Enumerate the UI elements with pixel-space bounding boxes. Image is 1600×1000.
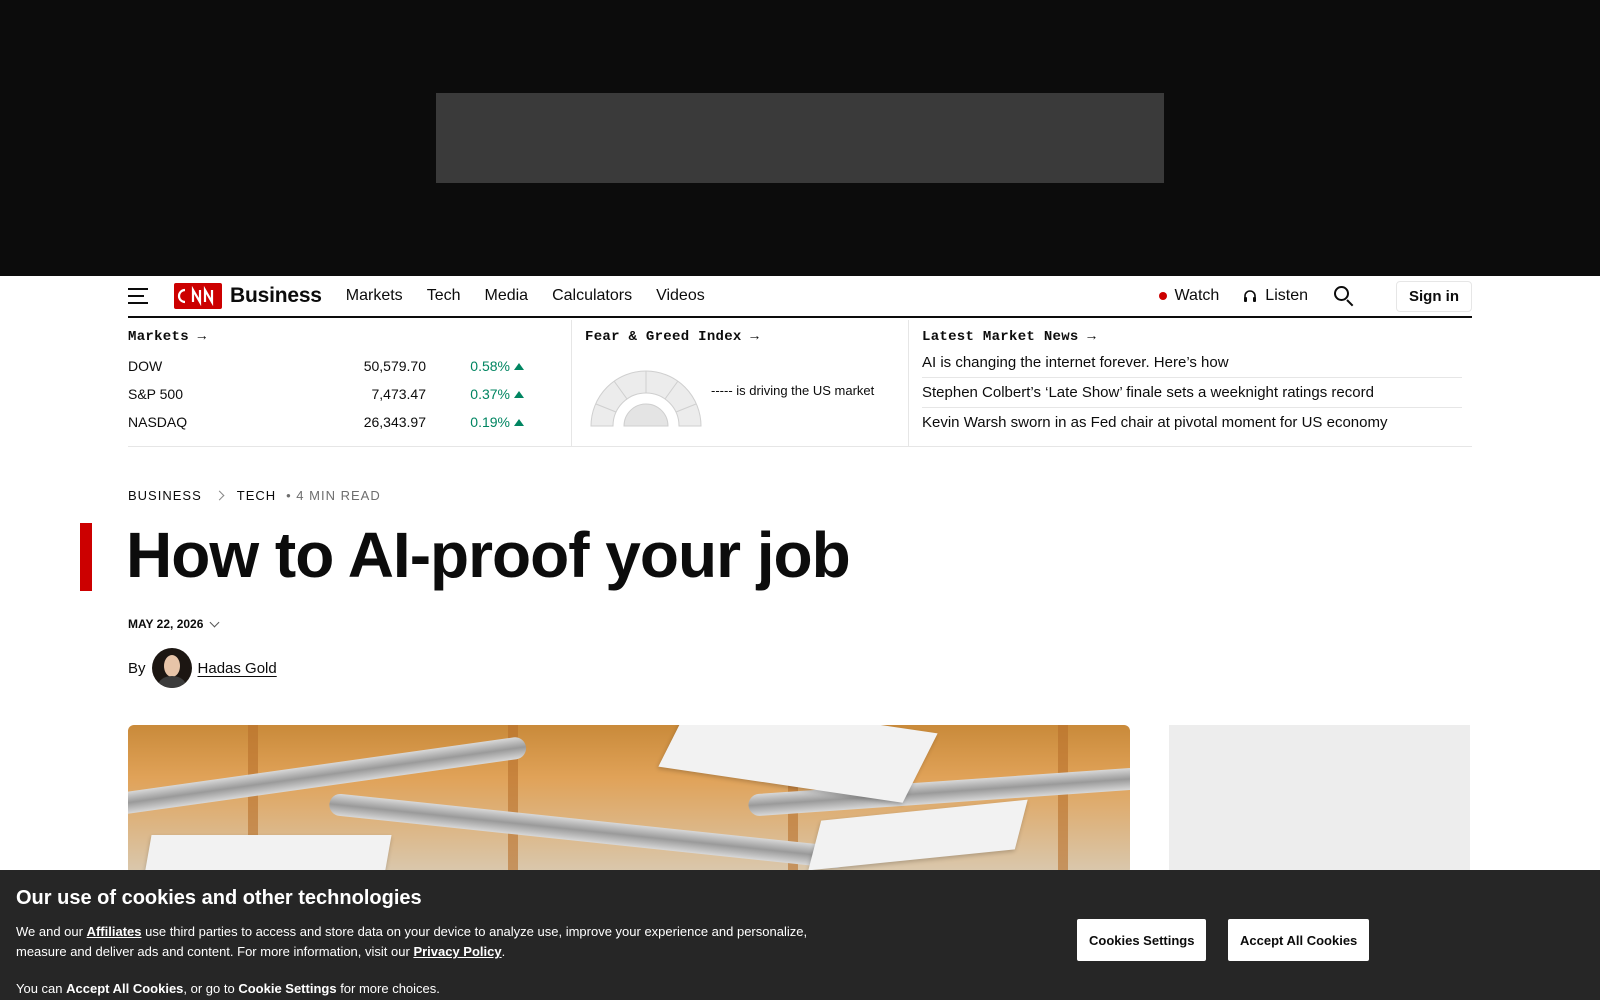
author-link[interactable]: Hadas Gold	[198, 660, 277, 677]
arrow-right-icon: →	[750, 329, 760, 345]
index-name: S&P 500	[128, 386, 184, 402]
up-arrow-icon	[514, 418, 524, 426]
nav-link-tech[interactable]: Tech	[427, 287, 461, 305]
cookie-body: We and our Affiliates use third parties …	[16, 922, 856, 962]
index-change-value: 0.37%	[470, 386, 510, 402]
fear-greed-widget: Fear & Greed Index → ----- is driving th…	[573, 320, 909, 446]
headphones-icon	[1244, 290, 1257, 302]
accept-all-cookies-button[interactable]: Accept All Cookies	[1228, 919, 1370, 961]
index-change: 0.58%	[470, 358, 524, 374]
up-arrow-icon	[514, 390, 524, 398]
nav-links: Markets Tech Media Calculators Videos	[346, 287, 705, 305]
nav-link-videos[interactable]: Videos	[656, 287, 705, 305]
news-item[interactable]: Kevin Warsh sworn in as Fed chair at piv…	[922, 408, 1462, 438]
index-value: 7,473.47	[371, 386, 427, 402]
latest-news-heading-label: Latest Market News	[922, 329, 1079, 345]
brand-title[interactable]: Business	[230, 284, 322, 308]
news-item[interactable]: Stephen Colbert’s ‘Late Show’ finale set…	[922, 378, 1462, 408]
affiliates-link[interactable]: Affiliates	[87, 924, 142, 939]
breadcrumb-tech[interactable]: Tech	[237, 488, 276, 503]
index-row-sp500[interactable]: S&P 500 7,473.47 0.37%	[128, 386, 538, 406]
cookie-body-text: .	[501, 944, 506, 959]
fear-greed-heading-label: Fear & Greed Index	[585, 329, 742, 345]
watch-label: Watch	[1174, 287, 1220, 304]
live-dot-icon	[1158, 292, 1167, 300]
cookies-settings-button[interactable]: Cookies Settings	[1077, 919, 1207, 961]
header-nav: Business Markets Tech Media Calculators …	[128, 276, 1472, 318]
arrow-right-icon: →	[197, 329, 207, 345]
index-name: NASDAQ	[128, 414, 188, 430]
cookie-footer-text: Accept All Cookies	[66, 981, 184, 996]
index-value: 26,343.97	[363, 414, 426, 430]
article-headline: How to AI-proof your job	[126, 519, 851, 591]
listen-label: Listen	[1265, 287, 1308, 304]
cookie-banner: Our use of cookies and other technologie…	[0, 870, 1600, 1000]
cnn-logo[interactable]	[174, 283, 222, 309]
date-label: MAY 22, 2026	[128, 617, 204, 631]
sidebar-ad[interactable]	[1169, 725, 1470, 875]
news-item[interactable]: AI is changing the internet forever. Her…	[922, 348, 1462, 378]
cookie-title: Our use of cookies and other technologie…	[16, 887, 422, 909]
index-change: 0.19%	[470, 414, 524, 430]
headline-accent-bar	[80, 523, 92, 591]
article-date[interactable]: MAY 22, 2026	[128, 617, 220, 631]
latest-news-heading[interactable]: Latest Market News →	[910, 329, 1472, 345]
index-row-dow[interactable]: DOW 50,579.70 0.58%	[128, 358, 538, 378]
menu-icon[interactable]	[128, 288, 148, 304]
hero-image[interactable]	[128, 725, 1130, 875]
nav-link-media[interactable]: Media	[484, 287, 528, 305]
chevron-right-icon	[214, 490, 225, 501]
arrow-right-icon: →	[1087, 329, 1097, 345]
breadcrumb: Business Tech • 4 min read	[128, 488, 381, 503]
sign-in-button[interactable]: Sign in	[1396, 280, 1472, 312]
nav-link-markets[interactable]: Markets	[346, 287, 403, 305]
latest-market-news: Latest Market News → AI is changing the …	[910, 320, 1472, 446]
cookie-footer: You can Accept All Cookies, or go to Coo…	[16, 981, 440, 996]
ad-slot[interactable]	[436, 93, 1164, 183]
nav-link-calculators[interactable]: Calculators	[552, 287, 632, 305]
markets-heading[interactable]: Markets →	[128, 329, 571, 345]
index-change-value: 0.58%	[470, 358, 510, 374]
cookie-footer-text: , or go to	[183, 981, 239, 996]
author-avatar[interactable]	[151, 648, 192, 688]
fear-greed-heading[interactable]: Fear & Greed Index →	[573, 329, 908, 345]
index-name: DOW	[128, 358, 163, 374]
index-value: 50,579.70	[363, 358, 426, 374]
cookie-footer-text: Cookie Settings	[238, 981, 337, 996]
top-ad-area	[0, 0, 1600, 276]
chevron-down-icon	[209, 617, 220, 627]
privacy-policy-link[interactable]: Privacy Policy	[413, 944, 501, 959]
index-change: 0.37%	[470, 386, 524, 402]
up-arrow-icon	[514, 362, 524, 370]
nav-right: Watch Listen Sign in	[1158, 280, 1472, 312]
markets-indices: Markets → DOW 50,579.70 0.58% S&P 500 7,…	[128, 320, 572, 446]
fear-greed-text: ----- is driving the US market	[711, 383, 875, 398]
cookie-body-text: We and our	[16, 924, 83, 939]
index-change-value: 0.19%	[470, 414, 510, 430]
fear-greed-gauge[interactable]	[589, 366, 703, 428]
watch-button[interactable]: Watch	[1158, 287, 1220, 305]
byline: By Hadas Gold	[128, 648, 277, 688]
listen-button[interactable]: Listen	[1243, 287, 1308, 305]
cookie-footer-text: You can	[16, 981, 67, 996]
search-icon[interactable]	[1334, 286, 1354, 307]
index-row-nasdaq[interactable]: NASDAQ 26,343.97 0.19%	[128, 414, 538, 434]
markets-heading-label: Markets	[128, 329, 189, 345]
read-time: • 4 min read	[286, 488, 381, 503]
by-label: By	[128, 659, 146, 677]
breadcrumb-business[interactable]: Business	[128, 488, 202, 503]
cookie-footer-text: for more choices.	[336, 981, 440, 996]
markets-bar: Markets → DOW 50,579.70 0.58% S&P 500 7,…	[128, 320, 1472, 447]
